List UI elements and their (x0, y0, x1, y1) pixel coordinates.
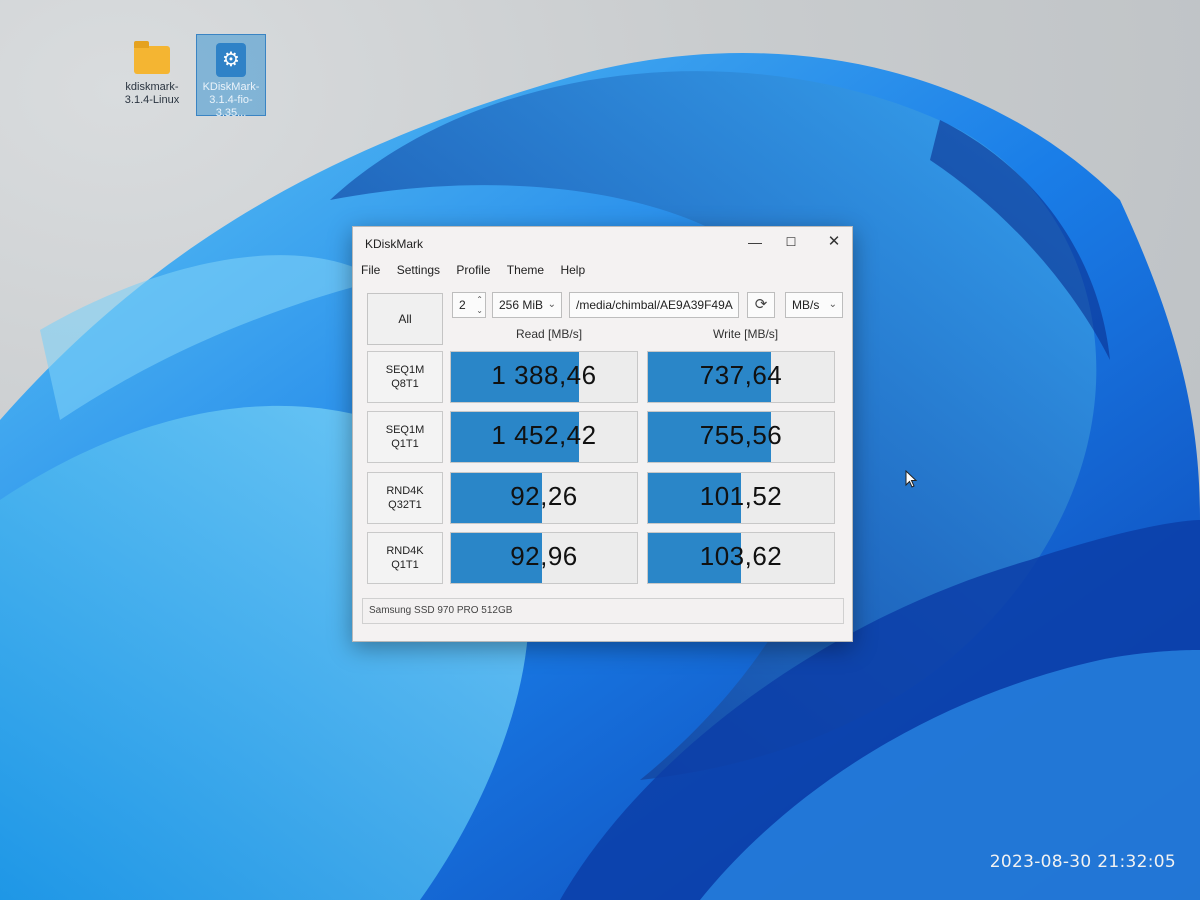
folder-icon (134, 41, 170, 74)
spin-arrows-icon[interactable]: ⌃ ⌄ (476, 294, 483, 316)
file-size-select[interactable]: 256 MiB ⌄ (492, 292, 562, 318)
result-read-rnd4k-q32t1: 92,26 (450, 472, 638, 524)
result-value: 1 388,46 (491, 360, 597, 390)
read-column-header: Read [MB/s] (516, 327, 583, 341)
test-name: SEQ1M (385, 424, 425, 436)
toolbar: All 2 ⌃ ⌄ 256 MiB ⌄ /media/chimbal/AE9A39… (353, 289, 854, 345)
result-value: 92,26 (510, 481, 578, 511)
result-value: 92,96 (510, 541, 578, 571)
window-title: KDiskMark (365, 237, 424, 251)
result-value: 737,64 (699, 360, 783, 390)
desktop-icon-label: KDiskMark-3.1.4-fio-3.35... (202, 81, 260, 119)
result-value: 101,52 (699, 481, 783, 511)
maximize-button[interactable]: ☐ (780, 231, 802, 253)
refresh-icon: ⟳ (754, 296, 768, 313)
test-name: SEQ1M (385, 364, 425, 376)
result-write-rnd4k-q1t1: 103,62 (647, 532, 835, 584)
result-value: 1 452,42 (491, 420, 597, 450)
result-value: 103,62 (699, 541, 783, 571)
menu-file[interactable]: File (361, 263, 380, 277)
refresh-button[interactable]: ⟳ (747, 292, 775, 318)
result-read-seq1m-q8t1: 1 388,46 (450, 351, 638, 403)
chevron-down-icon: ⌄ (724, 299, 733, 310)
chevron-down-icon: ⌄ (547, 299, 556, 310)
test-params: Q1T1 (391, 438, 419, 450)
test-params: Q1T1 (391, 559, 419, 571)
desktop-icon-label: kdiskmark-3.1.4-Linux (124, 81, 180, 106)
unit-value: MB/s (792, 298, 820, 312)
test-button-seq1m-q1t1[interactable]: SEQ1M Q1T1 (367, 411, 443, 463)
app-gear-icon: ⚙ (216, 43, 246, 77)
desktop-icon-folder[interactable]: kdiskmark-3.1.4-Linux (116, 41, 188, 107)
run-all-button[interactable]: All (367, 293, 443, 345)
kdiskmark-window: KDiskMark — ☐ ✕ File Settings Profile Th… (352, 226, 853, 642)
test-name: RND4K (386, 545, 424, 557)
test-params: Q32T1 (388, 499, 422, 511)
directory-select[interactable]: /media/chimbal/AE9A39F49A ⌄ (569, 292, 739, 318)
test-button-rnd4k-q32t1[interactable]: RND4K Q32T1 (367, 472, 443, 524)
loop-count-spinbox[interactable]: 2 ⌃ ⌄ (452, 292, 486, 318)
result-write-seq1m-q8t1: 737,64 (647, 351, 835, 403)
result-write-seq1m-q1t1: 755,56 (647, 411, 835, 463)
menu-settings[interactable]: Settings (397, 263, 440, 277)
test-params: Q8T1 (391, 378, 419, 390)
test-name: RND4K (386, 485, 424, 497)
desktop-icon-kdiskmark-appimage[interactable]: ⚙ KDiskMark-3.1.4-fio-3.35... (196, 34, 266, 119)
mouse-cursor-icon (905, 470, 918, 488)
menu-help[interactable]: Help (560, 263, 585, 277)
result-read-seq1m-q1t1: 1 452,42 (450, 411, 638, 463)
result-value: 755,56 (699, 420, 783, 450)
test-button-seq1m-q8t1[interactable]: SEQ1M Q8T1 (367, 351, 443, 403)
close-button[interactable]: ✕ (823, 231, 845, 253)
chevron-down-icon: ⌄ (828, 299, 837, 310)
test-button-rnd4k-q1t1[interactable]: RND4K Q1T1 (367, 532, 443, 584)
minimize-button[interactable]: — (744, 231, 766, 253)
photo-timestamp: 2023-08-30 21:32:05 (989, 852, 1176, 872)
menu-theme[interactable]: Theme (507, 263, 544, 277)
result-write-rnd4k-q32t1: 101,52 (647, 472, 835, 524)
unit-select[interactable]: MB/s ⌄ (785, 292, 843, 318)
title-bar[interactable]: KDiskMark — ☐ ✕ (353, 227, 852, 259)
directory-value: /media/chimbal/AE9A39F49A (576, 298, 733, 312)
result-read-rnd4k-q1t1: 92,96 (450, 532, 638, 584)
menu-bar: File Settings Profile Theme Help (361, 263, 598, 281)
file-size-value: 256 MiB (499, 298, 544, 312)
write-column-header: Write [MB/s] (713, 327, 779, 341)
menu-profile[interactable]: Profile (456, 263, 490, 277)
loop-count-value: 2 (459, 298, 466, 312)
device-name-field[interactable]: Samsung SSD 970 PRO 512GB (362, 598, 844, 624)
